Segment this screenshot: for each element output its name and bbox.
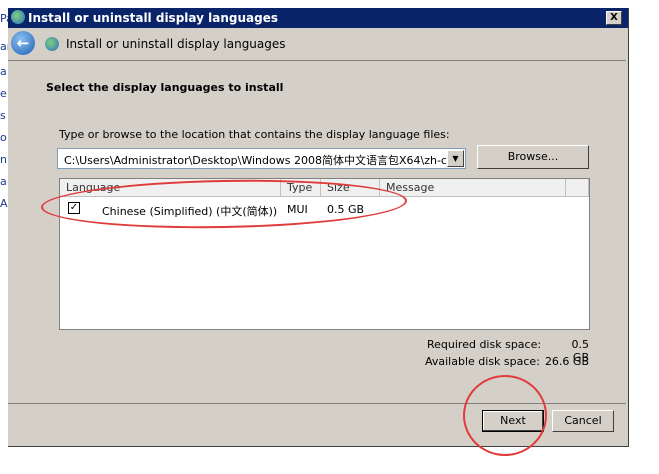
- language-icon: [45, 37, 59, 51]
- available-space-value: 26.6 GB: [544, 355, 589, 368]
- bg-text: s: [0, 109, 6, 122]
- column-header-filler: [566, 179, 589, 197]
- chevron-down-icon[interactable]: ▼: [447, 150, 464, 167]
- cancel-button[interactable]: Cancel: [552, 410, 614, 432]
- location-value[interactable]: C:\Users\Administrator\Desktop\Windows 2…: [64, 152, 447, 168]
- back-arrow-icon[interactable]: ←: [11, 31, 35, 55]
- dialog-window: Install or uninstall display languages X…: [8, 8, 629, 447]
- page-title: Install or uninstall display languages: [66, 37, 286, 51]
- column-header-message[interactable]: Message: [380, 179, 566, 197]
- bg-text: o: [0, 131, 7, 144]
- window-title: Install or uninstall display languages: [28, 11, 278, 25]
- location-combobox[interactable]: C:\Users\Administrator\Desktop\Windows 2…: [57, 148, 466, 169]
- bg-text: a: [0, 65, 7, 78]
- section-heading: Select the display languages to install: [46, 81, 284, 94]
- bg-text: ar: [0, 40, 8, 53]
- bg-text: Pa: [0, 12, 8, 25]
- available-space-label: Available disk space:: [425, 355, 540, 368]
- globe-app-icon: [11, 10, 25, 24]
- title-bar[interactable]: Install or uninstall display languages X: [8, 8, 628, 28]
- close-button[interactable]: X: [606, 11, 622, 25]
- bg-text: n: [0, 153, 7, 166]
- browse-button[interactable]: Browse...: [477, 145, 589, 169]
- location-label: Type or browse to the location that cont…: [59, 128, 450, 141]
- annotation-circle: [463, 375, 547, 456]
- required-space-label: Required disk space:: [427, 338, 542, 351]
- bg-text: Ar: [0, 197, 8, 210]
- bg-text: e: [0, 87, 7, 100]
- bg-text: a: [0, 175, 7, 188]
